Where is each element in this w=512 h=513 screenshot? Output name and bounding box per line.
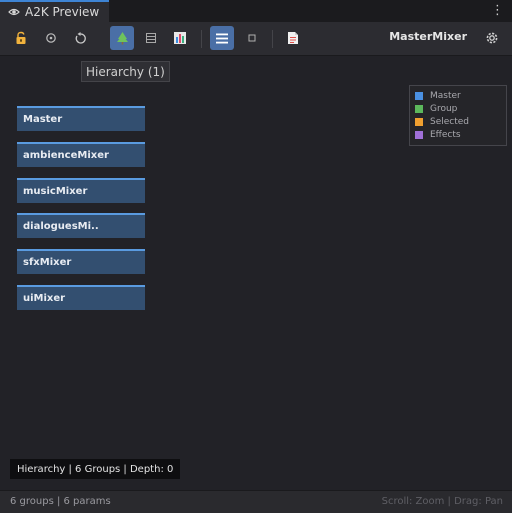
legend-item: Selected: [415, 115, 506, 128]
eye-icon: [8, 8, 20, 16]
kebab-menu-icon[interactable]: ⋮: [491, 4, 504, 18]
record-button[interactable]: [39, 26, 63, 50]
footer-bar: 6 groups | 6 params Scroll: Zoom | Drag:…: [0, 490, 512, 513]
menu-lines-icon: [216, 33, 228, 43]
document-icon: [288, 32, 298, 44]
list-icon: [146, 33, 156, 43]
tab-strip: A2K Preview ⋮: [0, 0, 512, 22]
settings-button[interactable]: [480, 26, 504, 50]
legend-swatch: [415, 91, 423, 100]
lock-button[interactable]: [9, 26, 33, 50]
legend: Master Group Selected Effects: [409, 85, 507, 146]
mixer-node-ui[interactable]: uiMixer: [17, 285, 145, 310]
tree-view-button[interactable]: [110, 26, 134, 50]
legend-label: Effects: [430, 129, 461, 140]
legend-item: Group: [415, 102, 506, 115]
legend-item: Master: [415, 89, 506, 102]
mixer-node-music[interactable]: musicMixer: [17, 178, 145, 203]
refresh-icon: [75, 31, 86, 44]
tree-icon: [116, 32, 128, 45]
mixer-node-master[interactable]: Master: [17, 106, 145, 131]
legend-label: Master: [430, 90, 461, 101]
square-button[interactable]: [240, 26, 264, 50]
legend-item: Effects: [415, 128, 506, 141]
chart-icon: [174, 32, 186, 44]
legend-label: Selected: [430, 116, 470, 127]
legend-label: Group: [430, 103, 458, 114]
status-overlay: Hierarchy | 6 Groups | Depth: 0: [10, 459, 181, 479]
record-icon: [46, 33, 56, 43]
toolbar-separator: [272, 30, 273, 48]
legend-swatch: [415, 117, 423, 126]
mixer-node-dialogues[interactable]: dialoguesMi..: [17, 213, 145, 238]
footer-hint: Scroll: Zoom | Drag: Pan: [381, 496, 503, 507]
mixer-name: MasterMixer: [389, 30, 467, 43]
list-view-button[interactable]: [139, 26, 163, 50]
chart-view-button[interactable]: [168, 26, 192, 50]
square-icon: [248, 34, 256, 42]
mixer-node-sfx[interactable]: sfxMixer: [17, 249, 145, 274]
footer-stats: 6 groups | 6 params: [10, 496, 111, 507]
mixer-node-ambience[interactable]: ambienceMixer: [17, 142, 145, 167]
tab-a2k-preview[interactable]: A2K Preview: [0, 0, 109, 22]
document-button[interactable]: [281, 26, 305, 50]
tab-title: A2K Preview: [25, 5, 100, 19]
refresh-button[interactable]: [68, 26, 92, 50]
toolbar-separator: [201, 30, 202, 48]
lock-icon: [16, 31, 26, 44]
view-label: Hierarchy (1): [81, 61, 170, 82]
legend-swatch: [415, 130, 423, 139]
settings-icon: [486, 32, 498, 44]
legend-swatch: [415, 104, 423, 113]
menu-lines-button[interactable]: [210, 26, 234, 50]
